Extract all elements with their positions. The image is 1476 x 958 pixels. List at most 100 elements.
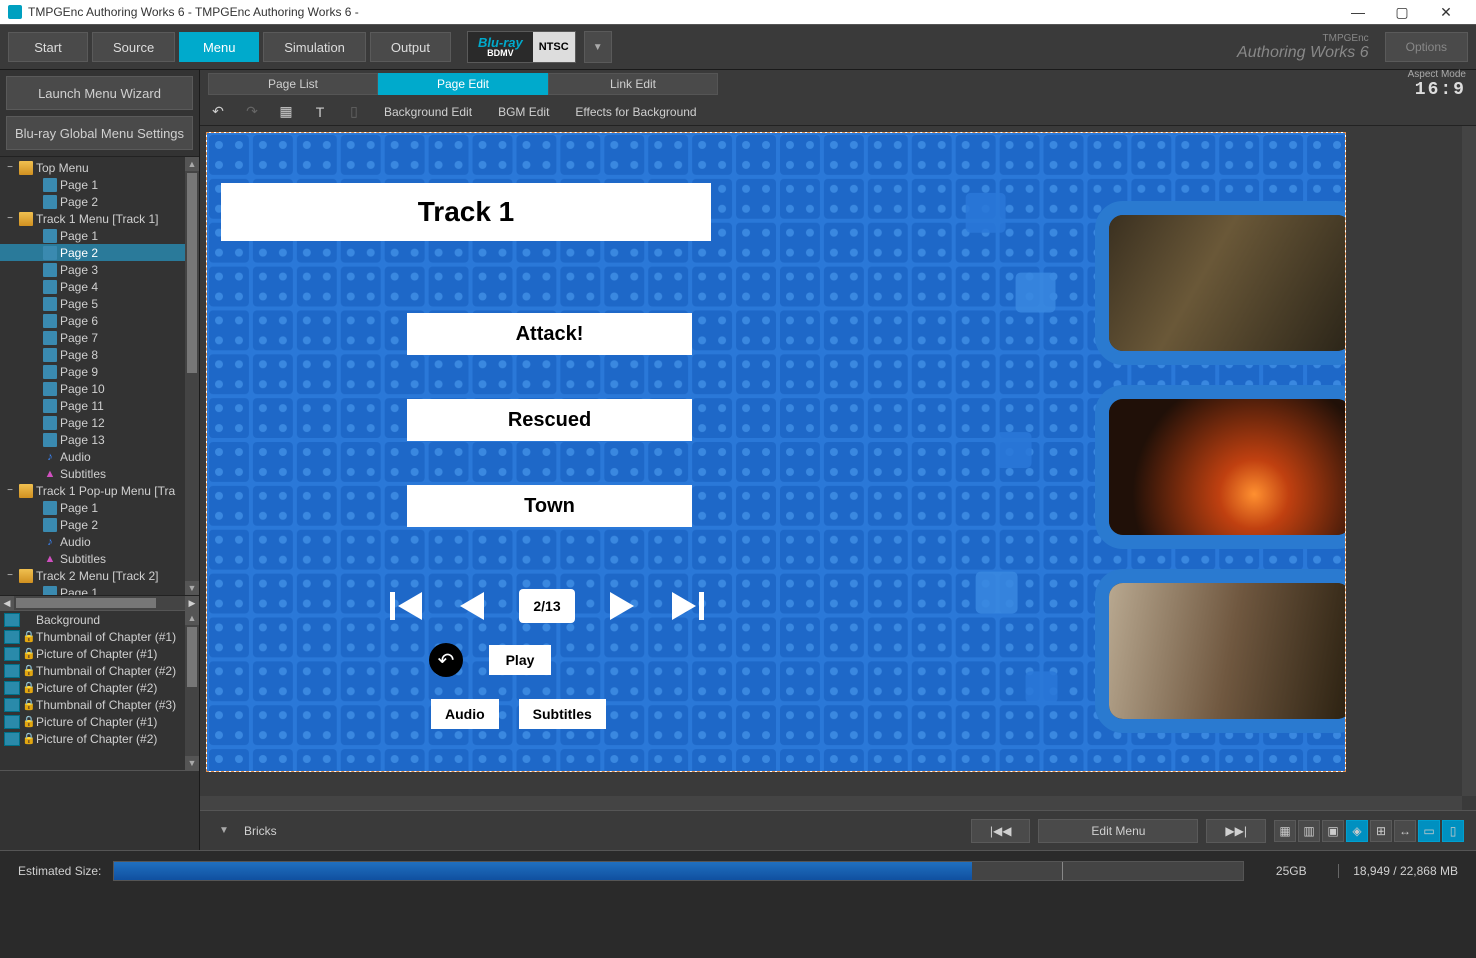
tree-row[interactable]: Page 7 (0, 329, 199, 346)
prev-page-icon[interactable] (453, 587, 491, 625)
tree-row[interactable]: Page 8 (0, 346, 199, 363)
nav-start[interactable]: Start (8, 32, 88, 62)
tree-row[interactable]: ♪Audio (0, 533, 199, 550)
layer-row[interactable]: 🔒Picture of Chapter (#2) (0, 730, 199, 747)
tab-page-edit[interactable]: Page Edit (378, 73, 548, 95)
canvas-v-scrollbar[interactable] (1462, 126, 1476, 796)
menu-title[interactable]: Track 1 (221, 183, 711, 241)
global-settings-button[interactable]: Blu-ray Global Menu Settings (6, 116, 193, 150)
nav-source[interactable]: Source (92, 32, 175, 62)
zoom-icon-1[interactable]: ▭ (1418, 820, 1440, 842)
tree-row[interactable]: Page 1 (0, 584, 199, 596)
tree-row[interactable]: Page 1 (0, 499, 199, 516)
scroll-down-icon[interactable]: ▼ (185, 581, 199, 595)
nav-output[interactable]: Output (370, 32, 451, 62)
layer-row[interactable]: 🔒Thumbnail of Chapter (#2) (0, 662, 199, 679)
tree-horiz-scrollbar[interactable]: ◀ ▶ (0, 596, 199, 610)
return-icon[interactable]: ↶ (429, 643, 463, 677)
menu-canvas[interactable]: Track 1 Attack! Rescued Town 2/13 ↶ Play… (206, 132, 1346, 772)
launch-wizard-button[interactable]: Launch Menu Wizard (6, 76, 193, 110)
chapter-button-1[interactable]: Attack! (407, 313, 692, 355)
tab-link-edit[interactable]: Link Edit (548, 73, 718, 95)
delete-icon[interactable]: ▯ (344, 102, 364, 122)
tree-row[interactable]: Page 2 (0, 244, 199, 261)
background-edit-button[interactable]: Background Edit (378, 105, 478, 119)
scrollbar-thumb[interactable] (187, 173, 197, 373)
layer-row[interactable]: 🔒Thumbnail of Chapter (#1) (0, 628, 199, 645)
tree-row[interactable]: −Track 1 Pop-up Menu [Tra (0, 482, 199, 499)
chapter-thumbnail-1[interactable] (1095, 201, 1346, 365)
tree-row[interactable]: Page 5 (0, 295, 199, 312)
zoom-icon-2[interactable]: ▯ (1442, 820, 1464, 842)
tree-row[interactable]: −Track 1 Menu [Track 1] (0, 210, 199, 227)
add-image-icon[interactable]: ▦ (276, 102, 296, 122)
scroll-up-icon[interactable]: ▲ (185, 611, 199, 625)
prev-menu-button[interactable]: |◀◀ (971, 819, 1031, 843)
first-page-icon[interactable] (387, 587, 425, 625)
tree-row[interactable]: Page 11 (0, 397, 199, 414)
layer-row[interactable]: 🔒Thumbnail of Chapter (#3) (0, 696, 199, 713)
window-close-button[interactable]: ✕ (1424, 0, 1468, 24)
layers-scrollbar[interactable]: ▲ ▼ (185, 611, 199, 770)
chapter-button-3[interactable]: Town (407, 485, 692, 527)
tree-row[interactable]: Page 2 (0, 193, 199, 210)
scroll-up-icon[interactable]: ▲ (185, 157, 199, 171)
page-tree[interactable]: −Top MenuPage 1Page 2−Track 1 Menu [Trac… (0, 156, 199, 596)
add-text-icon[interactable]: T (310, 102, 330, 122)
nav-simulation[interactable]: Simulation (263, 32, 366, 62)
bgm-edit-button[interactable]: BGM Edit (492, 105, 555, 119)
scrollbar-thumb[interactable] (187, 627, 197, 687)
play-button[interactable]: Play (489, 645, 551, 675)
next-page-icon[interactable] (603, 587, 641, 625)
tree-row[interactable]: Page 4 (0, 278, 199, 295)
layout-view-icon[interactable]: ▥ (1298, 820, 1320, 842)
grid-view-icon[interactable]: ▦ (1274, 820, 1296, 842)
tree-row[interactable]: Page 13 (0, 431, 199, 448)
redo-icon[interactable]: ↷ (242, 102, 262, 122)
tree-row[interactable]: Page 2 (0, 516, 199, 533)
chapter-thumbnail-3[interactable] (1095, 569, 1346, 733)
options-button[interactable]: Options (1385, 32, 1468, 62)
edit-menu-button[interactable]: Edit Menu (1038, 819, 1198, 843)
layers-panel[interactable]: Background🔒Thumbnail of Chapter (#1)🔒Pic… (0, 610, 199, 770)
layer-row[interactable]: Background (0, 611, 199, 628)
undo-icon[interactable]: ↶ (208, 102, 228, 122)
tree-row[interactable]: Page 10 (0, 380, 199, 397)
page-indicator[interactable]: 2/13 (519, 589, 575, 623)
tree-row[interactable]: Page 1 (0, 176, 199, 193)
effects-bg-button[interactable]: Effects for Background (569, 105, 702, 119)
canvas-h-scrollbar[interactable] (200, 796, 1462, 810)
tree-row[interactable]: −Track 2 Menu [Track 2] (0, 567, 199, 584)
nav-menu[interactable]: Menu (179, 32, 259, 62)
tree-row[interactable]: Page 3 (0, 261, 199, 278)
last-page-icon[interactable] (669, 587, 707, 625)
layer-row[interactable]: 🔒Picture of Chapter (#2) (0, 679, 199, 696)
subtitles-button[interactable]: Subtitles (519, 699, 606, 729)
layer-row[interactable]: 🔒Picture of Chapter (#1) (0, 645, 199, 662)
tree-row[interactable]: ♪Audio (0, 448, 199, 465)
format-dropdown-button[interactable]: ▼ (584, 31, 612, 63)
layer-row[interactable]: 🔒Picture of Chapter (#1) (0, 713, 199, 730)
tree-row[interactable]: −Top Menu (0, 159, 199, 176)
split-view-icon[interactable]: ⊞ (1370, 820, 1392, 842)
template-dropdown-icon[interactable]: ▼ (212, 819, 236, 843)
tree-row[interactable]: Page 1 (0, 227, 199, 244)
fit-width-icon[interactable]: ↔ (1394, 820, 1416, 842)
format-badge[interactable]: Blu-rayBDMV NTSC (467, 31, 576, 63)
tree-row[interactable]: Page 9 (0, 363, 199, 380)
selected-view-icon[interactable]: ◈ (1346, 820, 1368, 842)
window-maximize-button[interactable]: ▢ (1380, 0, 1424, 24)
window-minimize-button[interactable]: — (1336, 0, 1380, 24)
chapter-button-2[interactable]: Rescued (407, 399, 692, 441)
audio-button[interactable]: Audio (431, 699, 499, 729)
tree-row[interactable]: Page 6 (0, 312, 199, 329)
tree-row[interactable]: Page 12 (0, 414, 199, 431)
safe-area-icon[interactable]: ▣ (1322, 820, 1344, 842)
next-menu-button[interactable]: ▶▶| (1206, 819, 1266, 843)
tab-page-list[interactable]: Page List (208, 73, 378, 95)
tree-row[interactable]: ▲Subtitles (0, 550, 199, 567)
tree-scrollbar[interactable]: ▲ ▼ (185, 157, 199, 595)
chapter-thumbnail-2[interactable] (1095, 385, 1346, 549)
scroll-down-icon[interactable]: ▼ (185, 756, 199, 770)
tree-row[interactable]: ▲Subtitles (0, 465, 199, 482)
